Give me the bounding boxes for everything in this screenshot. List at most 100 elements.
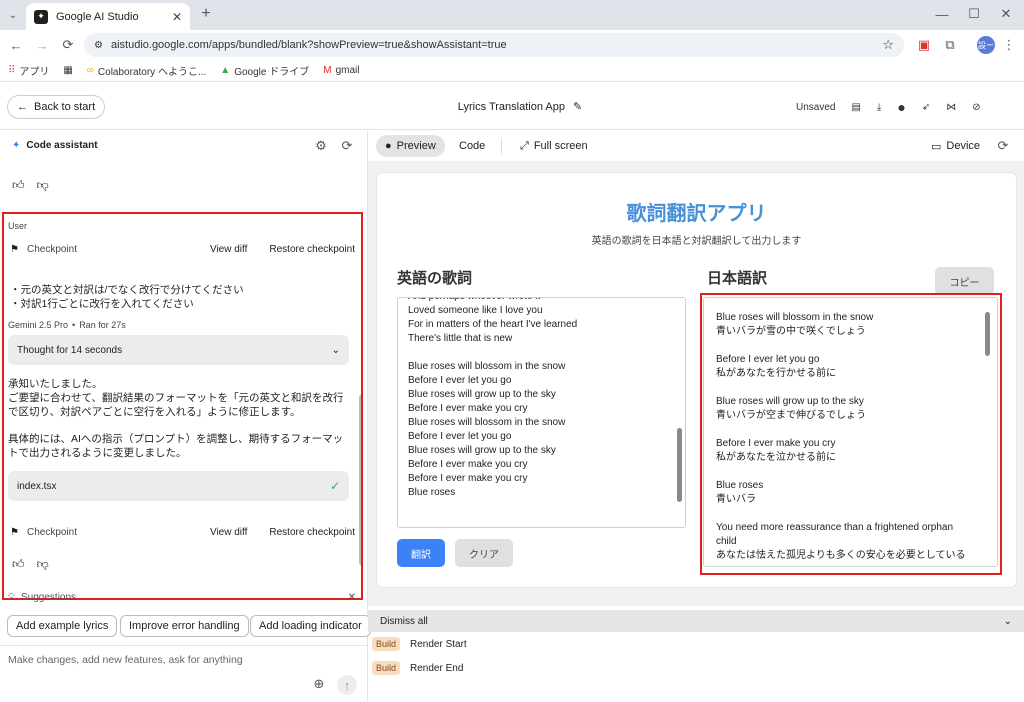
extensions-icon[interactable]: ⧉ — [942, 37, 958, 53]
minimize-icon[interactable]: — — [934, 6, 950, 22]
tab-code[interactable]: Code — [450, 135, 494, 157]
text-line: Before I ever let you go — [408, 375, 512, 386]
deploy-rocket-icon[interactable]: ➶ — [922, 102, 930, 113]
device-button[interactable]: ▭ Device — [922, 135, 989, 157]
new-tab-icon[interactable]: + — [198, 5, 214, 22]
text-line: There's little that is new — [408, 333, 513, 344]
hide-assistant-icon[interactable]: ⊘ — [972, 102, 980, 113]
apps-grid-icon: ⠿ — [8, 65, 16, 76]
assistant-title: Code assistant — [26, 140, 98, 151]
bookmark-star-icon[interactable]: ☆ — [882, 37, 894, 53]
tab-title: Google AI Studio — [56, 10, 139, 23]
suggestion-chip[interactable]: Add loading indicator — [250, 615, 371, 637]
add-attachment-icon[interactable]: ⊕ — [312, 676, 326, 691]
refresh-icon[interactable]: ⟳ — [340, 138, 354, 153]
text-line: And perhaps whoever wrote it — [408, 298, 675, 304]
bookmark-label: Google ドライブ — [234, 67, 310, 78]
back-arrow-icon[interactable]: ← — [8, 37, 24, 53]
thumbs-up-icon[interactable]: 👍︎ — [12, 178, 25, 193]
share-icon[interactable]: ⋈ — [946, 102, 956, 113]
tab-list-icon[interactable]: ⌄ — [6, 8, 20, 22]
back-to-start-button[interactable]: ← Back to start — [7, 95, 106, 119]
chevron-down-icon[interactable]: ⌄ — [1004, 616, 1012, 627]
highlight-box-output — [700, 293, 1002, 575]
tab-code-label: Code — [459, 140, 486, 152]
browser-tab[interactable]: ✦ Google AI Studio ✕ — [26, 3, 190, 30]
text-line: Before I ever make you cry — [408, 473, 528, 484]
arrow-left-icon: ← — [17, 101, 28, 113]
settings-gear-icon[interactable]: ⚙ — [314, 138, 328, 153]
app-subtitle: 英語の歌詞を日本語と対訳翻訳して出力します — [591, 236, 802, 247]
text-line: Blue roses will grow up to the sky — [408, 389, 556, 400]
suggestions-label: Suggestions — [21, 592, 77, 603]
maximize-icon[interactable]: ☐ — [966, 6, 982, 22]
highlight-box-assistant — [2, 212, 363, 600]
assistant-header: ✦ Code assistant — [12, 140, 98, 151]
clear-button[interactable]: クリア — [455, 539, 513, 567]
preview-toolbar: ● Preview Code ⤢ Full screen ▭ Device ⟳ — [368, 131, 1024, 161]
text-line: Blue roses will blossom in the snow — [408, 417, 566, 428]
tab-close-icon[interactable]: ✕ — [172, 10, 182, 24]
device-label: Device — [946, 140, 981, 152]
profile-label: 設ー — [978, 40, 994, 50]
tab-preview-label: Preview — [396, 140, 436, 152]
reload-preview-icon[interactable]: ⟳ — [996, 138, 1010, 153]
profile-avatar[interactable]: 設ー — [977, 36, 995, 54]
cast-icon[interactable]: ▣ — [916, 37, 932, 53]
suggestions-header: 💡︎ Suggestions ✕ — [8, 592, 356, 603]
text-line: Blue roses will blossom in the snow — [408, 361, 566, 372]
console-bar: Dismiss all ⌄ — [368, 610, 1024, 632]
app-title-text: Lyrics Translation App — [457, 100, 565, 113]
tab-preview[interactable]: ● Preview — [376, 135, 445, 157]
bookmark-apps[interactable]: ⠿ アプリ — [8, 63, 49, 78]
log-text: Render Start — [410, 638, 467, 650]
text-line: For in matters of the heart I've learned — [408, 319, 578, 330]
suggestion-chip[interactable]: Add example lyrics — [7, 615, 118, 637]
browser-menu-icon[interactable]: ⋮ — [1002, 37, 1016, 53]
text-line: Blue roses will grow up to the sky — [408, 445, 556, 456]
thumbs-down-icon[interactable]: 👎︎ — [37, 178, 49, 193]
site-info-icon[interactable]: ⚙ — [94, 40, 103, 51]
download-icon[interactable]: ⤓ — [877, 102, 881, 113]
app-title: Lyrics Translation App ✎ — [420, 100, 620, 114]
bookmark-grid[interactable]: ▦ — [63, 65, 72, 76]
english-heading: 英語の歌詞 — [397, 270, 473, 287]
bookmark-gmail[interactable]: Mgmail — [323, 65, 359, 76]
suggestion-chip[interactable]: Improve error handling — [120, 615, 249, 637]
build-badge: Build — [372, 661, 401, 675]
unsaved-status: Unsaved — [796, 101, 836, 113]
bookmark-drive[interactable]: ▲ Google ドライブ — [220, 63, 309, 78]
app-heading: 歌詞翻訳アプリ — [626, 203, 767, 225]
console-log-row: Build Render End — [368, 656, 463, 680]
copy-button[interactable]: コピー — [935, 267, 994, 295]
console-log-row: Build Render Start — [368, 632, 467, 656]
close-suggestions-icon[interactable]: ✕ — [348, 592, 356, 603]
github-icon[interactable]: ● — [897, 99, 905, 115]
toolbar-divider — [501, 138, 502, 154]
text-line: Before I ever let you go — [408, 431, 512, 442]
save-icon[interactable]: ▤ — [851, 102, 860, 113]
back-label: Back to start — [34, 101, 96, 113]
log-text: Render End — [410, 662, 464, 674]
forward-arrow-icon[interactable]: → — [34, 37, 50, 53]
bookmark-label: アプリ — [19, 67, 50, 78]
text-line — [408, 346, 675, 360]
bookmarks-bar: ⠿ アプリ ▦ ∞ Colaboratory へようこ... ▲ Google ドライ… — [0, 60, 1024, 82]
address-bar[interactable]: ⚙ aistudio.google.com/apps/bundled/blank… — [84, 33, 904, 57]
reload-icon[interactable]: ⟳ — [60, 37, 76, 53]
english-lyrics-textarea[interactable]: And perhaps whoever wrote itLoved someon… — [397, 297, 686, 528]
japanese-heading: 日本語訳 — [707, 270, 768, 287]
sparkle-icon: ✦ — [12, 140, 21, 151]
bookmark-colab[interactable]: ∞ Colaboratory へようこ... — [87, 63, 207, 78]
textarea-scrollbar-thumb[interactable] — [677, 428, 682, 502]
pencil-edit-icon[interactable]: ✎ — [573, 100, 582, 113]
send-arrow-icon[interactable]: ↑ — [337, 675, 357, 695]
fullscreen-button[interactable]: ⤢ Full screen — [511, 135, 597, 157]
dot-icon: ● — [385, 140, 392, 152]
composer-placeholder: Make changes, add new features, ask for … — [8, 654, 243, 666]
translate-button[interactable]: 翻訳 — [397, 539, 445, 567]
close-window-icon[interactable]: ✕ — [998, 6, 1014, 22]
grid-icon: ▦ — [63, 65, 73, 76]
prompt-composer[interactable]: Make changes, add new features, ask for … — [0, 645, 367, 702]
dismiss-all-button[interactable]: Dismiss all — [380, 616, 428, 627]
